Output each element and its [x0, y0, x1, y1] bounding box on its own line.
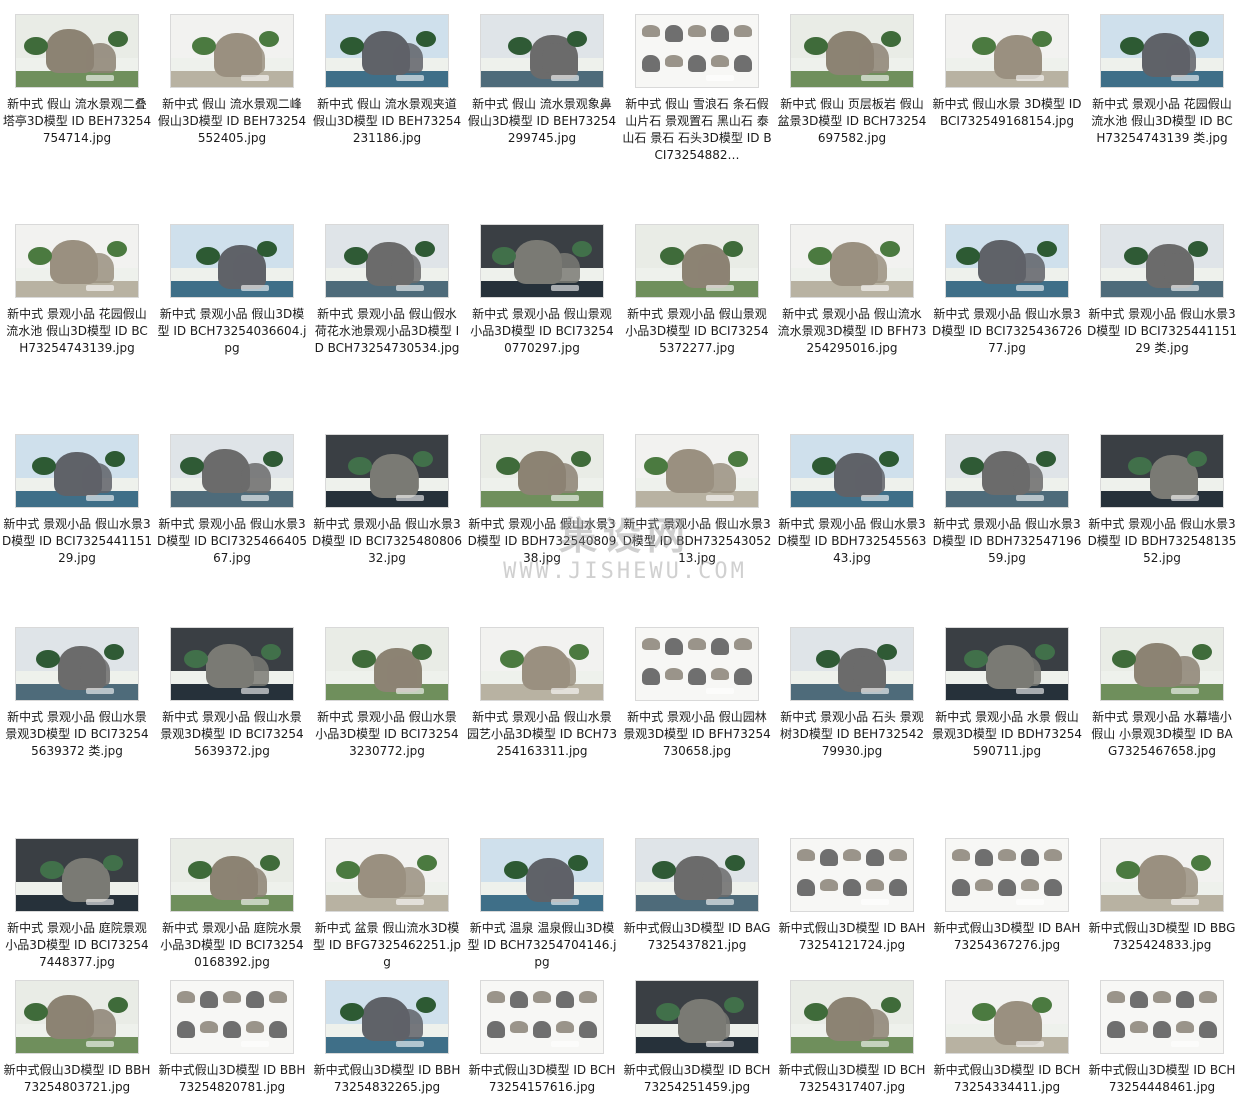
rock-garden-thumbnail: [945, 224, 1069, 298]
file-name: 新中式假山3D模型 ID BBH73254820781.jpg: [158, 1063, 306, 1094]
file-name: 新中式 假山 流水景观二峰假山3D模型 ID BEH73254552405.jp…: [157, 97, 307, 145]
file-name: 新中式 温泉 温泉假山3D模型 ID BCH73254704146.jpg: [467, 921, 617, 969]
file-name: 新中式 假山 流水景观二叠塔亭3D模型 ID BEH73254754714.jp…: [2, 97, 152, 145]
file-name: 新中式 景观小品 花园假山流水池 假山3D模型 ID BCH7325474313…: [1091, 97, 1233, 145]
rock-garden-thumbnail: [15, 14, 139, 88]
rock-garden-thumbnail: [945, 627, 1069, 701]
file-name: 新中式 景观小品 假山水景景观3D模型 ID BCI732545639372.j…: [160, 710, 304, 758]
rock-garden-thumbnail: [480, 224, 604, 298]
rock-garden-thumbnail: [790, 14, 914, 88]
rock-garden-thumbnail: [170, 627, 294, 701]
file-name: 新中式 假山 流水景观夹道假山3D模型 ID BEH73254231186.jp…: [312, 97, 462, 145]
file-name: 新中式 景观小品 假山水景3D模型 ID BDH73254719659.jpg: [932, 517, 1082, 565]
file-name: 新中式 景观小品 假山园林景观3D模型 ID BFH73254730658.jp…: [623, 710, 771, 758]
rock-garden-thumbnail: [635, 434, 759, 508]
rock-garden-thumbnail: [15, 224, 139, 298]
file-name: 新中式假山3D模型 ID BBH73254832265.jpg: [313, 1063, 461, 1094]
rock-garden-thumbnail: [635, 224, 759, 298]
file-name: 新中式 假山 流水景观象鼻假山3D模型 ID BEH73254299745.jp…: [467, 97, 617, 145]
rock-garden-thumbnail: [325, 980, 449, 1054]
rock-garden-thumbnail: [1100, 224, 1224, 298]
file-name: 新中式 景观小品 假山水景3D模型 ID BCI732543672677.jpg: [932, 307, 1082, 355]
file-name: 新中式 景观小品 假山水景3D模型 ID BDH73254556343.jpg: [777, 517, 927, 565]
rock-garden-thumbnail: [170, 224, 294, 298]
file-name: 新中式假山3D模型 ID BCH73254317407.jpg: [778, 1063, 926, 1094]
rock-garden-thumbnail: [480, 627, 604, 701]
file-name: 新中式 假山 雪浪石 条石假山片石 景观置石 黑山石 泰山石 景石 石头3D模型…: [622, 97, 772, 162]
rock-garden-thumbnail: [170, 14, 294, 88]
rock-garden-thumbnail: [170, 838, 294, 912]
file-name: 新中式 盆景 假山流水3D模型 ID BFG7325462251.jpg: [313, 921, 461, 969]
file-name: 新中式假山3D模型 ID BCH73254251459.jpg: [623, 1063, 771, 1094]
file-name: 新中式 景观小品 假山水景景观3D模型 ID BCI732545639372 类…: [5, 710, 149, 758]
rock-garden-thumbnail: [325, 434, 449, 508]
rock-garden-thumbnail: [480, 838, 604, 912]
rock-garden-thumbnail: [15, 980, 139, 1054]
file-name: 新中式 景观小品 水幕墙小假山 小景观3D模型 ID BAG7325467658…: [1091, 710, 1233, 758]
file-name: 新中式 景观小品 假山水景3D模型 ID BCI732544115129 类.j…: [1087, 307, 1237, 355]
rock-garden-thumbnail: [945, 14, 1069, 88]
file-name: 新中式 假山水景 3D模型 ID BCI732549168154.jpg: [932, 97, 1082, 128]
rock-garden-thumbnail: [480, 14, 604, 88]
rock-garden-thumbnail: [170, 434, 294, 508]
rock-garden-thumbnail: [325, 224, 449, 298]
rock-garden-thumbnail: [790, 627, 914, 701]
file-name: 新中式假山3D模型 ID BBH73254803721.jpg: [3, 1063, 151, 1094]
rock-collection-thumbnail: [480, 980, 604, 1054]
file-name: 新中式 景观小品 假山水景3D模型 ID BCI732546640567.jpg: [157, 517, 307, 565]
rock-garden-thumbnail: [945, 434, 1069, 508]
rock-garden-thumbnail: [635, 838, 759, 912]
file-name: 新中式 景观小品 水景 假山景观3D模型 ID BDH73254590711.j…: [932, 710, 1082, 758]
file-name: 新中式 假山 页层板岩 假山盆景3D模型 ID BCH73254697582.j…: [777, 97, 927, 145]
file-name: 新中式 景观小品 假山水景小品3D模型 ID BCI732543230772.j…: [315, 710, 459, 758]
file-name: 新中式 景观小品 假山景观小品3D模型 ID BCI732545372277.j…: [625, 307, 769, 355]
file-name: 新中式 景观小品 假山3D模型 ID BCH73254036604.jpg: [157, 307, 307, 355]
file-name: 新中式假山3D模型 ID BAH73254367276.jpg: [933, 921, 1081, 952]
file-grid: 新中式 假山 流水景观二叠塔亭3D模型 ID BEH73254754714.jp…: [0, 0, 1242, 1115]
file-name: 新中式假山3D模型 ID BCH73254157616.jpg: [468, 1063, 616, 1094]
rock-garden-thumbnail: [15, 838, 139, 912]
rock-collection-thumbnail: [790, 838, 914, 912]
file-name: 新中式 景观小品 庭院水景小品3D模型 ID BCI732540168392.j…: [160, 921, 304, 969]
file-name: 新中式 景观小品 假山水景园艺小品3D模型 ID BCH73254163311.…: [467, 710, 617, 758]
rock-collection-thumbnail: [635, 627, 759, 701]
rock-garden-thumbnail: [1100, 14, 1224, 88]
file-name: 新中式 景观小品 假山流水 流水景观3D模型 ID BFH73254295016…: [777, 307, 927, 355]
rock-garden-thumbnail: [1100, 627, 1224, 701]
rock-collection-thumbnail: [170, 980, 294, 1054]
rock-garden-thumbnail: [15, 434, 139, 508]
rock-collection-thumbnail: [1100, 980, 1224, 1054]
file-name: 新中式 景观小品 假山水景3D模型 ID BDH73254080938.jpg: [467, 517, 617, 565]
file-name: 新中式假山3D模型 ID BBG7325424833.jpg: [1088, 921, 1236, 952]
rock-garden-thumbnail: [325, 14, 449, 88]
rock-collection-thumbnail: [945, 838, 1069, 912]
file-name: 新中式假山3D模型 ID BCH73254334411.jpg: [933, 1063, 1081, 1094]
rock-garden-thumbnail: [945, 980, 1069, 1054]
file-name: 新中式假山3D模型 ID BCH73254448461.jpg: [1088, 1063, 1236, 1094]
rock-garden-thumbnail: [1100, 838, 1224, 912]
file-name: 新中式 景观小品 假山假水荷花水池景观小品3D模型 ID BCH73254730…: [314, 307, 460, 355]
file-name: 新中式 景观小品 庭院景观小品3D模型 ID BCI732547448377.j…: [5, 921, 149, 969]
file-name: 新中式 景观小品 花园假山流水池 假山3D模型 ID BCH7325474313…: [6, 307, 148, 355]
file-name: 新中式 景观小品 假山水景3D模型 ID BDH73254305213.jpg: [622, 517, 772, 565]
file-name: 新中式假山3D模型 ID BAH73254121724.jpg: [778, 921, 926, 952]
rock-garden-thumbnail: [325, 627, 449, 701]
rock-garden-thumbnail: [635, 980, 759, 1054]
file-name: 新中式 景观小品 假山水景3D模型 ID BDH73254813552.jpg: [1087, 517, 1237, 565]
file-name: 新中式 景观小品 假山水景3D模型 ID BCI732544115129.jpg: [2, 517, 152, 565]
rock-garden-thumbnail: [790, 224, 914, 298]
rock-garden-thumbnail: [480, 434, 604, 508]
rock-garden-thumbnail: [325, 838, 449, 912]
rock-garden-thumbnail: [15, 627, 139, 701]
file-name: 新中式 景观小品 石头 景观树3D模型 ID BEH73254279930.jp…: [780, 710, 924, 758]
file-name: 新中式 景观小品 假山景观小品3D模型 ID BCI732540770297.j…: [470, 307, 614, 355]
file-name: 新中式 景观小品 假山水景3D模型 ID BCI732548080632.jpg: [312, 517, 462, 565]
rock-collection-thumbnail: [635, 14, 759, 88]
rock-garden-thumbnail: [790, 980, 914, 1054]
rock-garden-thumbnail: [1100, 434, 1224, 508]
rock-garden-thumbnail: [790, 434, 914, 508]
file-name: 新中式假山3D模型 ID BAG7325437821.jpg: [623, 921, 771, 952]
